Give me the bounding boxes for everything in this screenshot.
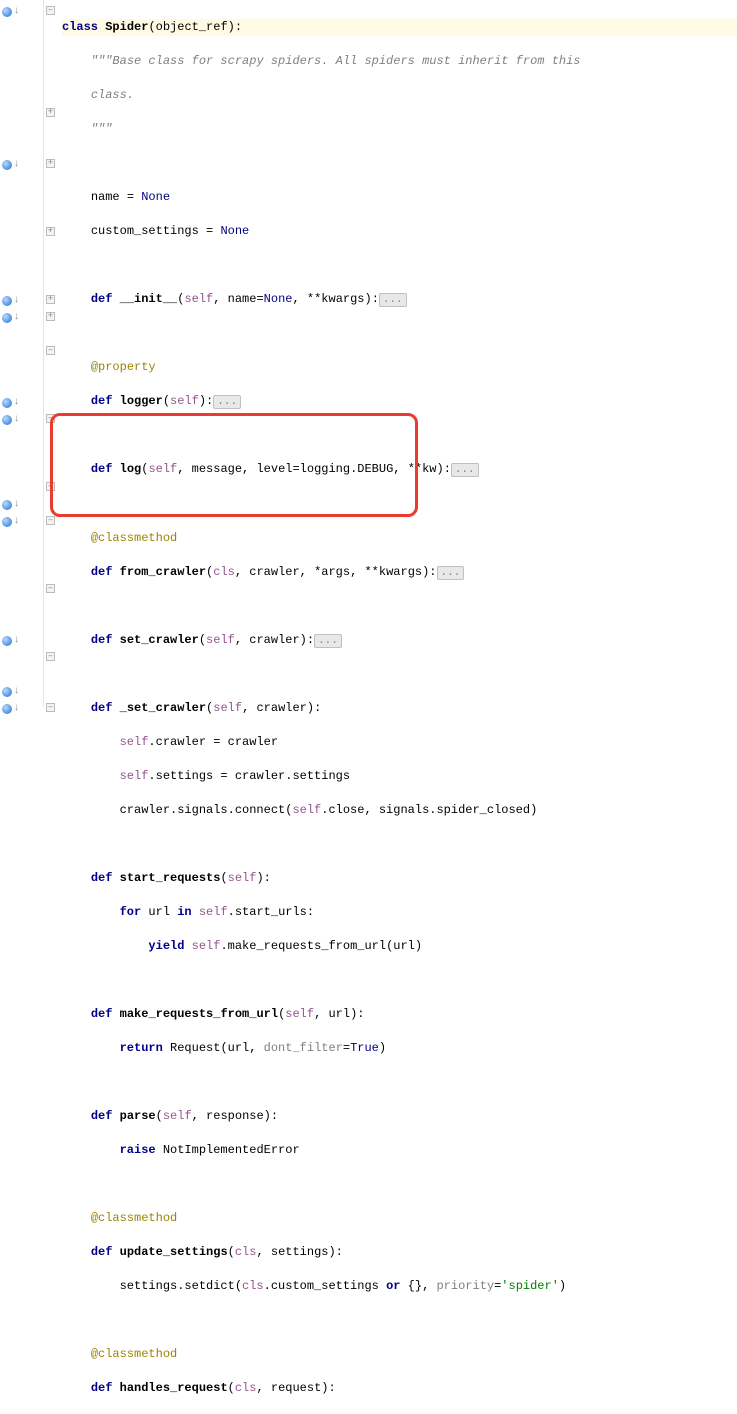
code-line: def logger(self):... <box>62 393 737 410</box>
breakpoint-marker[interactable]: ↓ <box>2 394 19 411</box>
code-line <box>62 1176 737 1193</box>
override-down-icon: ↓ <box>14 514 19 528</box>
folded-region[interactable]: ... <box>437 566 465 580</box>
code-line: settings.setdict(cls.custom_settings or … <box>62 1278 737 1295</box>
breakpoint-marker[interactable]: ↓ <box>2 411 19 428</box>
code-line: class Spider(object_ref): <box>62 19 737 36</box>
breakpoint-icon <box>2 7 12 17</box>
override-down-icon: ↓ <box>14 157 19 171</box>
fold-toggle[interactable]: + <box>46 227 55 236</box>
fold-toggle[interactable]: – <box>46 482 55 491</box>
folded-region[interactable]: ... <box>314 634 342 648</box>
code-line <box>62 325 737 342</box>
fold-toggle[interactable]: – <box>46 346 55 355</box>
code-line: def from_crawler(cls, crawler, *args, **… <box>62 564 737 581</box>
code-line <box>62 427 737 444</box>
code-line: raise NotImplementedError <box>62 1142 737 1159</box>
breakpoint-icon <box>2 415 12 425</box>
breakpoint-marker[interactable]: ↓ <box>2 496 19 513</box>
fold-toggle[interactable]: + <box>46 159 55 168</box>
code-line <box>62 257 737 274</box>
code-line: def start_requests(self): <box>62 870 737 887</box>
code-line: crawler.signals.connect(self.close, sign… <box>62 802 737 819</box>
breakpoint-icon <box>2 160 12 170</box>
override-down-icon: ↓ <box>14 497 19 511</box>
breakpoint-marker[interactable]: ↓ <box>2 292 19 309</box>
breakpoint-marker[interactable]: ↓ <box>2 632 19 649</box>
breakpoint-icon <box>2 313 12 323</box>
code-line: """Base class for scrapy spiders. All sp… <box>62 53 737 70</box>
folded-region[interactable]: ... <box>379 293 407 307</box>
code-line: self.crawler = crawler <box>62 734 737 751</box>
fold-toggle[interactable]: – <box>46 414 55 423</box>
breakpoint-icon <box>2 636 12 646</box>
override-down-icon: ↓ <box>14 701 19 715</box>
breakpoint-icon <box>2 687 12 697</box>
code-line: @property <box>62 359 737 376</box>
override-down-icon: ↓ <box>14 293 19 307</box>
folded-region[interactable]: ... <box>451 463 479 477</box>
code-line: return Request(url, dont_filter=True) <box>62 1040 737 1057</box>
code-line: def parse(self, response): <box>62 1108 737 1125</box>
code-line: self.settings = crawler.settings <box>62 768 737 785</box>
override-down-icon: ↓ <box>14 684 19 698</box>
code-line: def set_crawler(self, crawler):... <box>62 632 737 649</box>
fold-toggle[interactable]: – <box>46 516 55 525</box>
override-down-icon: ↓ <box>14 412 19 426</box>
code-line <box>62 836 737 853</box>
code-line: class. <box>62 87 737 104</box>
breakpoint-marker[interactable]: ↓ <box>2 683 19 700</box>
code-line: def handles_request(cls, request): <box>62 1380 737 1397</box>
breakpoint-marker[interactable]: ↓ <box>2 700 19 717</box>
override-down-icon: ↓ <box>14 4 19 18</box>
override-down-icon: ↓ <box>14 633 19 647</box>
code-line: """ <box>62 121 737 138</box>
breakpoint-marker[interactable]: ↓ <box>2 513 19 530</box>
folded-region[interactable]: ... <box>213 395 241 409</box>
fold-toggle[interactable]: – <box>46 6 55 15</box>
fold-toggle[interactable]: + <box>46 108 55 117</box>
breakpoint-icon <box>2 398 12 408</box>
fold-toggle[interactable]: – <box>46 652 55 661</box>
code-line: name = None <box>62 189 737 206</box>
code-line: def log(self, message, level=logging.DEB… <box>62 461 737 478</box>
code-line <box>62 972 737 989</box>
code-line: def _set_crawler(self, crawler): <box>62 700 737 717</box>
code-line <box>62 598 737 615</box>
code-line: def update_settings(cls, settings): <box>62 1244 737 1261</box>
code-line: @classmethod <box>62 530 737 547</box>
breakpoint-marker[interactable]: ↓ <box>2 3 19 20</box>
breakpoint-icon <box>2 517 12 527</box>
code-line: def __init__(self, name=None, **kwargs):… <box>62 291 737 308</box>
override-down-icon: ↓ <box>14 395 19 409</box>
override-down-icon: ↓ <box>14 310 19 324</box>
code-line <box>62 1074 737 1091</box>
breakpoint-marker[interactable]: ↓ <box>2 156 19 173</box>
fold-toggle[interactable]: – <box>46 584 55 593</box>
code-line <box>62 495 737 512</box>
breakpoint-icon <box>2 704 12 714</box>
fold-toggle[interactable]: – <box>46 703 55 712</box>
gutter: ↓ ↓ ↓ ↓ ↓ ↓ ↓ ↓ ↓ ↓ ↓ <box>0 0 44 707</box>
code-line: yield self.make_requests_from_url(url) <box>62 938 737 955</box>
code-editor: ↓ ↓ ↓ ↓ ↓ ↓ ↓ ↓ ↓ ↓ ↓ – + + + + + – – – … <box>0 0 737 707</box>
code-line: @classmethod <box>62 1210 737 1227</box>
code-area[interactable]: class Spider(object_ref): """Base class … <box>58 0 737 707</box>
code-line: custom_settings = None <box>62 223 737 240</box>
code-line: for url in self.start_urls: <box>62 904 737 921</box>
code-line <box>62 666 737 683</box>
code-line: def make_requests_from_url(self, url): <box>62 1006 737 1023</box>
fold-toggle[interactable]: + <box>46 295 55 304</box>
code-line: @classmethod <box>62 1346 737 1363</box>
breakpoint-icon <box>2 500 12 510</box>
fold-column: – + + + + + – – – – – – – <box>44 0 58 707</box>
code-line <box>62 155 737 172</box>
breakpoint-icon <box>2 296 12 306</box>
code-line <box>62 1312 737 1329</box>
fold-toggle[interactable]: + <box>46 312 55 321</box>
breakpoint-marker[interactable]: ↓ <box>2 309 19 326</box>
